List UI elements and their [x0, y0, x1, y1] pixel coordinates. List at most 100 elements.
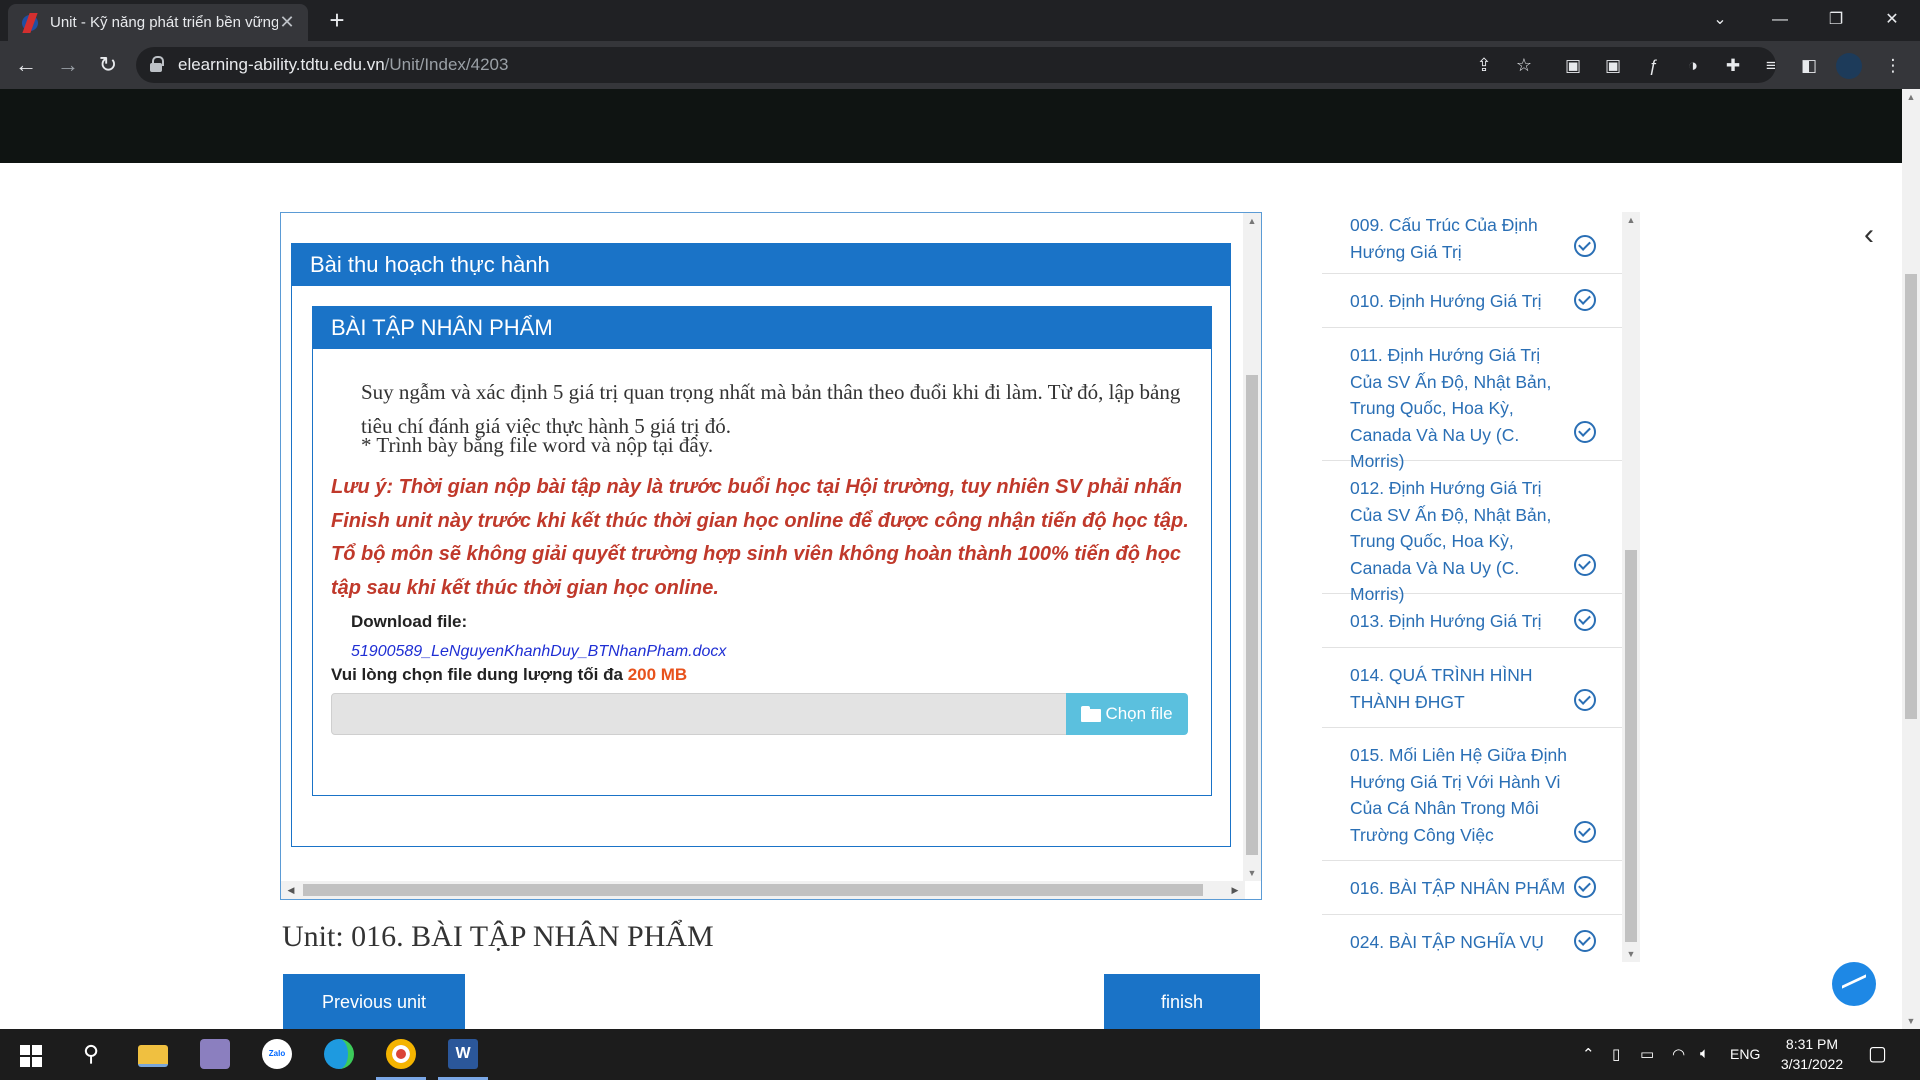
unit-list-item[interactable]: 009. Cấu Trúc Của Định Hướng Giá Trị	[1322, 212, 1622, 274]
unit-list-scrollbar[interactable]: ▲ ▼	[1622, 212, 1640, 962]
unit-list-item[interactable]: 015. Mối Liên Hệ Giữa Định Hướng Giá Trị…	[1322, 728, 1622, 861]
download-label: Download file:	[351, 612, 468, 631]
completed-check-icon	[1574, 289, 1596, 311]
completed-check-icon	[1574, 554, 1596, 576]
completed-check-icon	[1574, 821, 1596, 843]
new-tab-button[interactable]: +	[322, 6, 352, 36]
messenger-chat-icon[interactable]	[1832, 962, 1876, 1006]
wifi-icon[interactable]: ◠	[1672, 1045, 1685, 1063]
tab-title: Unit - Kỹ năng phát triển bền vững	[50, 14, 278, 31]
page-scrollbar[interactable]: ▲ ▼	[1902, 89, 1920, 1029]
back-arrow-icon[interactable]: ←	[10, 49, 42, 81]
clock-time: 8:31 PM	[1785, 1036, 1839, 1052]
zalo-icon[interactable]: Zalo	[262, 1039, 292, 1069]
browser-toolbar: ← → ↻ elearning-ability.tdtu.edu.vn/Unit…	[0, 41, 1920, 89]
completed-check-icon	[1574, 235, 1596, 257]
upload-size-label: Vui lòng chọn file dung lượng tối đa 200…	[331, 665, 688, 684]
address-bar[interactable]: elearning-ability.tdtu.edu.vn/Unit/Index…	[136, 47, 1776, 83]
extension-b-icon[interactable]: ▣	[1600, 53, 1626, 79]
browser-menu-icon[interactable]: ⋮	[1880, 53, 1906, 79]
choose-file-label: Chọn file	[1105, 704, 1173, 723]
unit-item-label: 013. Định Hướng Giá Trị	[1350, 611, 1542, 631]
frame-horizontal-thumb[interactable]	[303, 884, 1203, 896]
clock-date: 3/31/2022	[1780, 1056, 1844, 1072]
site-favicon-icon	[20, 13, 40, 33]
unit-list-item[interactable]: 013. Định Hướng Giá Trị	[1322, 594, 1622, 648]
volume-muted-icon[interactable]: 🔈︎	[1700, 1045, 1709, 1062]
unit-list-item[interactable]: 011. Định Hướng Giá Trị Của SV Ấn Độ, Nh…	[1322, 328, 1622, 471]
frame-scroll-left-icon[interactable]: ◀	[283, 881, 299, 899]
lock-icon	[150, 56, 164, 72]
extensions-puzzle-icon[interactable]: ✚	[1720, 53, 1746, 79]
unit-item-label: 024. BÀI TẬP NGHĨA VỤ	[1350, 932, 1544, 952]
frame-scroll-down-icon[interactable]: ▼	[1243, 865, 1261, 881]
file-explorer-icon[interactable]	[138, 1045, 168, 1067]
chevron-left-icon[interactable]: ‹	[1857, 220, 1881, 250]
unit-list-item[interactable]: 010. Định Hướng Giá Trị	[1322, 274, 1622, 328]
practice-panel-heading: Bài thu hoạch thực hành	[292, 244, 1230, 286]
browser-tab[interactable]: Unit - Kỹ năng phát triển bền vững ✕	[8, 4, 308, 41]
edge-icon[interactable]	[324, 1039, 354, 1069]
assignment-instruction: * Trình bày bằng file word và nộp tại đâ…	[361, 433, 714, 457]
share-icon[interactable]: ⇪	[1472, 53, 1496, 77]
extension-tab-icon[interactable]: ▣	[1560, 53, 1586, 79]
system-clock[interactable]: 8:31 PM 3/31/2022	[1772, 1034, 1852, 1074]
assignment-panel: BÀI TẬP NHÂN PHẨM Suy ngẫm và xác định 5…	[312, 306, 1212, 796]
frame-horizontal-scrollbar[interactable]: ◀ ▶	[281, 881, 1245, 899]
language-indicator[interactable]: ENG	[1730, 1046, 1760, 1062]
scroll-down-arrow-icon[interactable]: ▼	[1902, 1013, 1920, 1029]
unit-item-label: 016. BÀI TẬP NHÂN PHẨM	[1350, 878, 1566, 898]
reading-list-icon[interactable]: ≡	[1758, 53, 1784, 79]
unit-item-label: 010. Định Hướng Giá Trị	[1350, 291, 1542, 311]
page-scrollbar-thumb[interactable]	[1905, 274, 1917, 719]
choose-file-button[interactable]: Chọn file	[1066, 693, 1188, 735]
unit-item-label: 011. Định Hướng Giá Trị Của SV Ấn Độ, Nh…	[1350, 345, 1552, 471]
file-path-input[interactable]	[331, 693, 1067, 735]
extension-font-icon[interactable]: ƒ	[1640, 53, 1666, 79]
notification-center-icon[interactable]: ▢	[1868, 1041, 1887, 1066]
search-icon[interactable]: ⚲	[76, 1039, 106, 1069]
unit-item-label: 009. Cấu Trúc Của Định Hướng Giá Trị	[1350, 215, 1538, 262]
battery-icon[interactable]: ▭	[1640, 1045, 1654, 1063]
restore-button[interactable]: ❐	[1806, 0, 1866, 40]
unit-list-item[interactable]: 014. QUÁ TRÌNH HÌNH THÀNH ĐHGT	[1322, 648, 1622, 728]
frame-scroll-right-icon[interactable]: ▶	[1227, 881, 1243, 899]
frame-vertical-thumb[interactable]	[1246, 375, 1258, 855]
minimize-button[interactable]: —	[1750, 0, 1810, 40]
unit-list-item[interactable]: 024. BÀI TẬP NGHĨA VỤ	[1322, 915, 1622, 962]
side-panel-icon[interactable]: ◧	[1796, 53, 1822, 79]
site-header-banner	[0, 89, 1902, 163]
assignment-heading: BÀI TẬP NHÂN PHẨM	[313, 307, 1211, 349]
extension-color-icon[interactable]: ◑	[1680, 53, 1706, 79]
unit-list-item[interactable]: 016. BÀI TẬP NHÂN PHẨM	[1322, 861, 1622, 915]
previous-unit-button[interactable]: Previous unit	[283, 974, 465, 1030]
unit-list-item[interactable]: 012. Định Hướng Giá Trị Của SV Ấn Độ, Nh…	[1322, 461, 1622, 604]
profile-avatar[interactable]	[1836, 53, 1862, 79]
bookmark-star-icon[interactable]: ☆	[1512, 53, 1536, 77]
show-hidden-icons-chevron-icon[interactable]: ⌃	[1582, 1045, 1595, 1063]
frame-vertical-scrollbar[interactable]: ▲ ▼	[1243, 213, 1261, 881]
scroll-up-arrow-icon[interactable]: ▲	[1902, 89, 1920, 105]
tab-close-icon[interactable]: ✕	[278, 12, 296, 33]
finish-button[interactable]: finish	[1104, 974, 1260, 1030]
close-window-button[interactable]: ✕	[1862, 0, 1920, 40]
unit-list-scroll-thumb[interactable]	[1625, 550, 1637, 942]
list-scroll-up-icon[interactable]: ▲	[1622, 212, 1640, 228]
completed-check-icon	[1574, 689, 1596, 711]
url-text[interactable]: elearning-ability.tdtu.edu.vn/Unit/Index…	[178, 55, 508, 75]
practice-panel: Bài thu hoạch thực hành BÀI TẬP NHÂN PHẨ…	[291, 243, 1231, 847]
tab-search-chevron-icon[interactable]: ⌄	[1690, 0, 1750, 40]
download-file-link[interactable]: 51900589_LeNguyenKhanhDuy_BTNhanPham.doc…	[351, 643, 726, 661]
genshin-impact-icon[interactable]	[200, 1039, 230, 1069]
word-icon[interactable]: W	[448, 1039, 478, 1069]
list-scroll-down-icon[interactable]: ▼	[1622, 946, 1640, 962]
windows-start-icon[interactable]	[20, 1045, 42, 1067]
reload-icon[interactable]: ↻	[92, 49, 124, 81]
meet-now-icon[interactable]: ▯	[1612, 1045, 1620, 1063]
unit-item-label: 012. Định Hướng Giá Trị Của SV Ấn Độ, Nh…	[1350, 478, 1552, 604]
chrome-icon[interactable]	[386, 1039, 416, 1069]
frame-scroll-up-icon[interactable]: ▲	[1243, 213, 1261, 229]
unit-content-frame: Bài thu hoạch thực hành BÀI TẬP NHÂN PHẨ…	[280, 212, 1262, 900]
forward-arrow-icon[interactable]: →	[52, 49, 84, 81]
unit-item-label: 015. Mối Liên Hệ Giữa Định Hướng Giá Trị…	[1350, 745, 1567, 845]
